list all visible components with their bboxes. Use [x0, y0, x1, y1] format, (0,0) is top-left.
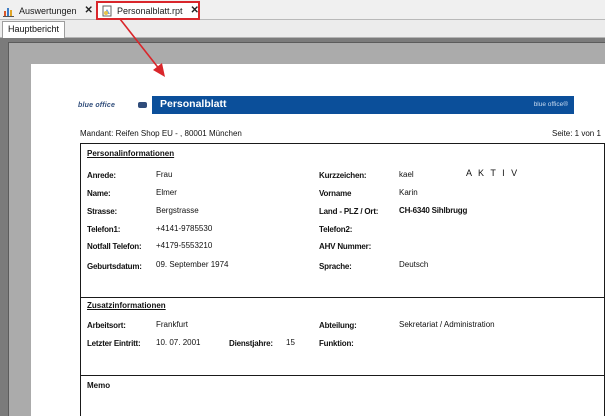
field-abteilung: Sekretariat / Administration — [399, 320, 495, 329]
field-label-eintritt: Letzter Eintritt: — [87, 339, 141, 348]
tab-label: Personalblatt.rpt — [117, 5, 183, 16]
field-anrede: Frau — [156, 170, 173, 179]
field-eintritt: 10. 07. 2001 — [156, 338, 201, 347]
field-sprache: Deutsch — [399, 260, 429, 269]
personal-info-section: Personalinformationen Anrede: Frau Kurzz… — [80, 143, 605, 298]
field-notfall: +4179-5553210 — [156, 241, 213, 250]
tab-personalblatt[interactable]: Personalblatt.rpt ✕ — [96, 1, 200, 20]
field-label-kurzzeichen: Kurzzeichen: — [319, 171, 367, 180]
tab-auswertungen[interactable]: Auswertungen ✕ — [3, 2, 93, 19]
report-section-tabs: Hauptbericht — [0, 20, 605, 38]
field-name: Elmer — [156, 188, 177, 197]
section-title: Zusatzinformationen — [87, 301, 166, 310]
section-title: Personalinformationen — [87, 149, 175, 158]
field-label-funktion: Funktion: — [319, 339, 354, 348]
mandant-line: Mandant: Reifen Shop EU - , 80001 Münche… — [80, 129, 242, 138]
field-dienstjahre: 15 — [286, 338, 295, 347]
tab-hauptbericht[interactable]: Hauptbericht — [2, 21, 66, 38]
field-label-vorname: Vorname — [319, 189, 352, 198]
field-vorname: Karin — [399, 188, 418, 197]
additional-info-section: Zusatzinformationen Arbeitsort: Frankfur… — [80, 297, 605, 376]
field-label-arbeitsort: Arbeitsort: — [87, 321, 126, 330]
tab-label: Auswertungen — [19, 5, 77, 16]
field-arbeitsort: Frankfurt — [156, 320, 189, 329]
close-tab-icon[interactable]: ✕ — [85, 5, 93, 16]
field-label-notfall: Notfall Telefon: — [87, 242, 142, 251]
field-label-anrede: Anrede: — [87, 171, 116, 180]
field-label-ahv: AHV Nummer: — [319, 242, 372, 251]
field-label-strasse: Strasse: — [87, 207, 117, 216]
field-telefon1: +4141-9785530 — [156, 224, 213, 233]
field-label-dienstjahre: Dienstjahre: — [229, 339, 273, 348]
report-title: Personalblatt — [160, 98, 227, 110]
report-icon — [101, 5, 113, 17]
brand-label: blue office® — [533, 101, 568, 108]
field-land: CH-6340 Sihlbrugg — [399, 206, 468, 215]
field-label-telefon2: Telefon2: — [319, 225, 353, 234]
close-tab-icon[interactable]: ✕ — [191, 5, 199, 16]
field-label-abteilung: Abteilung: — [319, 321, 357, 330]
field-label-geburtsdatum: Geburtsdatum: — [87, 262, 142, 271]
chart-icon — [3, 5, 15, 17]
document-tab-bar: Auswertungen ✕ Personalblatt.rpt ✕ — [0, 0, 605, 20]
section-title: Memo — [87, 381, 111, 390]
field-label-sprache: Sprache: — [319, 262, 352, 271]
status-aktiv: A K T I V — [466, 168, 520, 178]
logo-mark-icon — [138, 102, 147, 108]
field-label-land: Land - PLZ / Ort: — [319, 207, 379, 216]
field-label-telefon1: Telefon1: — [87, 225, 121, 234]
field-strasse: Bergstrasse — [156, 206, 199, 215]
field-label-name: Name: — [87, 189, 111, 198]
memo-section: Memo — [80, 375, 605, 416]
report-title-bar: Personalblatt blue office® — [152, 96, 574, 114]
page-number: Seite: 1 von 1 — [552, 129, 601, 138]
company-logo: blue office — [78, 102, 116, 109]
field-kurzzeichen: kael — [399, 170, 414, 179]
field-geburtsdatum: 09. September 1974 — [156, 260, 229, 269]
